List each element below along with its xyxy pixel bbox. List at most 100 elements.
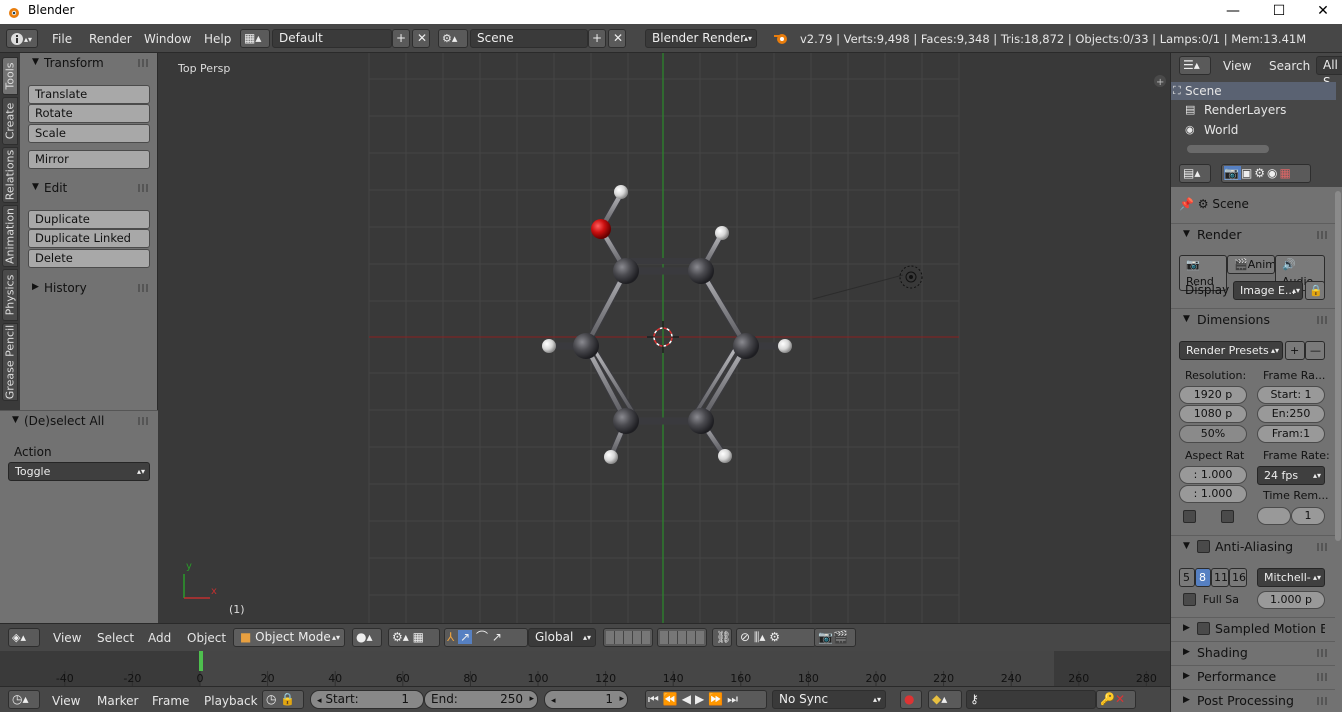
aspect-x-field[interactable]: : 1.000 — [1179, 466, 1247, 484]
carbon-atom[interactable] — [613, 258, 639, 284]
post-processing-section-header[interactable]: ▶ Post Processing — [1171, 689, 1335, 711]
oxygen-atom[interactable] — [591, 219, 611, 239]
properties-toggle-icon[interactable]: + — [1154, 75, 1166, 88]
aspect-y-field[interactable]: : 1.000 — [1179, 485, 1247, 503]
hydrogen-atom[interactable] — [778, 339, 792, 353]
crop-checkbox[interactable] — [1221, 510, 1234, 523]
aa-samples-8[interactable]: 8 — [1195, 568, 1211, 587]
3d-viewport[interactable]: + Top Persp (1) y x — [158, 53, 1170, 623]
aa-filter-dropdown[interactable]: Mitchell- ▴▾ — [1257, 568, 1325, 587]
menu-window[interactable]: Window — [144, 32, 191, 46]
aa-samples-16[interactable]: 16 — [1229, 568, 1247, 587]
menu-select[interactable]: Select — [97, 631, 134, 645]
edit-panel-header[interactable]: ▼ Edit — [20, 178, 158, 200]
end-frame-field[interactable]: End: 250 ▸ — [424, 690, 538, 709]
display-dropdown[interactable]: Image E... ▴▾ — [1233, 281, 1303, 300]
frame-rate-dropdown[interactable]: 24 fps ▴▾ — [1257, 466, 1325, 485]
editor-type-3d-icon[interactable]: ◈▴ — [8, 628, 40, 647]
viewport-canvas[interactable]: + — [158, 53, 1170, 623]
add-scene-icon[interactable]: + — [588, 29, 606, 48]
menu-add[interactable]: Add — [148, 631, 171, 645]
start-frame-field[interactable]: ◂ Start: 1 — [310, 690, 424, 709]
resolution-percent-field[interactable]: 50% — [1179, 425, 1247, 443]
keying-set-field[interactable]: ⚷ — [966, 690, 1096, 709]
menu-file[interactable]: File — [52, 32, 72, 46]
drag-grip-icon[interactable] — [1317, 649, 1329, 657]
tab-create[interactable]: Create — [2, 97, 18, 145]
drag-grip-icon[interactable] — [1317, 231, 1329, 239]
properties-editor-icon[interactable]: ▤▴ — [1179, 164, 1211, 183]
current-frame-marker[interactable] — [199, 651, 203, 671]
anti-aliasing-checkbox[interactable] — [1197, 540, 1210, 553]
render-engine-dropdown[interactable]: Blender Render ▴▾ — [645, 29, 757, 48]
resolution-y-field[interactable]: 1080 p — [1179, 405, 1247, 423]
menu-timeline-view[interactable]: View — [52, 694, 80, 708]
hydrogen-atom[interactable] — [718, 449, 732, 463]
outliner-row-scene[interactable]: ⛶ Scene — [1171, 82, 1336, 100]
tab-tools[interactable]: Tools — [2, 57, 18, 95]
render-section-header[interactable]: ▼ Render — [1171, 223, 1335, 245]
translate-button[interactable]: Translate — [28, 85, 150, 104]
scene-field[interactable]: Scene — [470, 29, 588, 48]
lock-layer-icon[interactable]: ⛓ — [712, 628, 732, 647]
menu-view[interactable]: View — [53, 631, 81, 645]
hydrogen-atom[interactable] — [614, 185, 628, 199]
drag-grip-icon[interactable] — [1317, 543, 1329, 551]
menu-marker[interactable]: Marker — [97, 694, 138, 708]
scale-button[interactable]: Scale — [28, 124, 150, 143]
performance-section-header[interactable]: ▶ Performance — [1171, 665, 1335, 687]
drag-grip-icon[interactable] — [138, 59, 150, 67]
drag-grip-icon[interactable] — [138, 184, 150, 192]
motion-blur-section-header[interactable]: ▶Sampled Motion Blur — [1171, 617, 1335, 639]
drag-grip-icon[interactable] — [1317, 673, 1329, 681]
transform-panel-header[interactable]: ▼ Transform — [20, 53, 158, 75]
drag-grip-icon[interactable] — [138, 417, 150, 425]
filter-size-field[interactable]: 1.000 p — [1257, 591, 1325, 609]
add-preset-icon[interactable]: + — [1285, 341, 1305, 360]
resolution-x-field[interactable]: 1920 p — [1179, 386, 1247, 404]
dimensions-section-header[interactable]: ▼ Dimensions — [1171, 308, 1335, 330]
sync-dropdown[interactable]: No Sync ▴▾ — [772, 690, 886, 709]
orientation-dropdown[interactable]: Global ▴▾ — [528, 628, 596, 647]
carbon-atom[interactable] — [613, 408, 639, 434]
layers-grid-2[interactable] — [657, 628, 707, 647]
keyframe-icons[interactable]: 🔑✕ — [1096, 690, 1136, 709]
scene-icon[interactable]: ⚙▴ — [438, 29, 468, 48]
minimize-button[interactable]: — — [1210, 0, 1256, 24]
outliner-row-renderlayers[interactable]: ▤ RenderLayers — [1171, 101, 1336, 119]
properties-context-tabs[interactable]: 📷▣⚙◉▦ — [1221, 164, 1311, 183]
playback-controls[interactable]: ⏮⏪◀▶⏩⏭ — [645, 690, 767, 709]
render-preview-icons[interactable]: 📷🎬 — [814, 628, 856, 647]
outliner-editor-icon[interactable]: ☰▴ — [1179, 56, 1211, 75]
remove-screen-icon[interactable]: ✕ — [412, 29, 430, 48]
layers-grid-1[interactable] — [603, 628, 653, 647]
history-panel-header[interactable]: ▶ History — [20, 278, 158, 300]
drag-grip-icon[interactable] — [138, 284, 150, 292]
animation-button[interactable]: 🎬Anima — [1227, 255, 1275, 274]
carbon-atom[interactable] — [688, 258, 714, 284]
drag-grip-icon[interactable] — [1317, 316, 1329, 324]
outliner-display-mode[interactable]: All S — [1316, 56, 1342, 89]
outliner-menu-search[interactable]: Search — [1269, 59, 1310, 73]
remove-scene-icon[interactable]: ✕ — [608, 29, 626, 48]
tab-animation[interactable]: Animation — [2, 205, 18, 267]
close-button[interactable]: ✕ — [1300, 0, 1342, 24]
tab-grease-pencil[interactable]: Grease Pencil — [2, 323, 18, 401]
rotate-button[interactable]: Rotate — [28, 104, 150, 123]
maximize-button[interactable]: ☐ — [1256, 0, 1302, 24]
editor-type-selector[interactable]: ▴▾ — [6, 29, 38, 48]
time-remap-old-field[interactable] — [1257, 507, 1291, 525]
duplicate-linked-button[interactable]: Duplicate Linked — [28, 229, 150, 248]
carbon-atom[interactable] — [733, 333, 759, 359]
outliner-menu-view[interactable]: View — [1223, 59, 1251, 73]
keying-set-icon[interactable]: ◆▴ — [928, 690, 962, 709]
shading-dropdown-icon[interactable]: ●▴ — [352, 628, 382, 647]
outliner-scrollbar[interactable] — [1187, 145, 1269, 153]
editor-type-timeline-icon[interactable]: ◷▴ — [8, 690, 40, 709]
screen-layout-field[interactable]: Default — [272, 29, 392, 48]
menu-render[interactable]: Render — [89, 32, 132, 46]
carbon-atom[interactable] — [688, 408, 714, 434]
menu-object[interactable]: Object — [187, 631, 226, 645]
timeline[interactable]: -40 -20 0 20 40 60 80 100 120 140 160 180 200 220 240 2… — [0, 651, 1170, 686]
motion-blur-checkbox[interactable] — [1197, 622, 1210, 635]
